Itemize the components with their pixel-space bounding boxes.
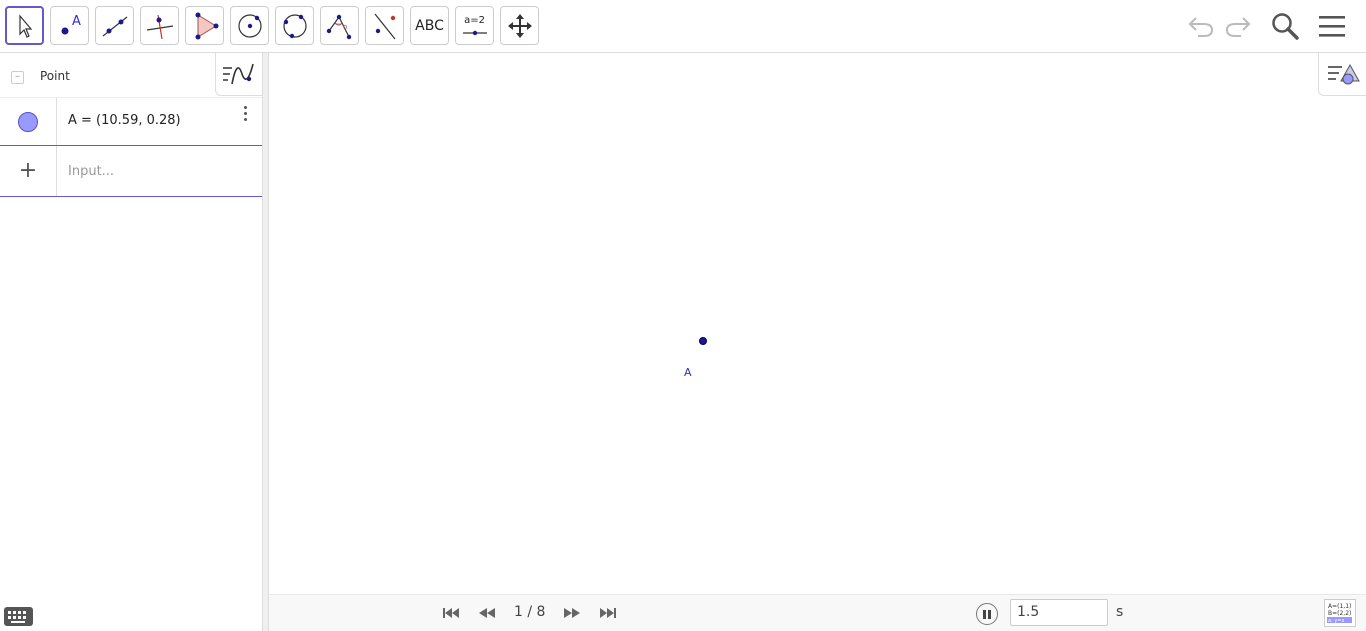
- step-indicator: 1 / 8: [514, 604, 546, 620]
- perpendicular-tool-button[interactable]: [140, 6, 179, 45]
- polygon-tool-button[interactable]: [185, 6, 224, 45]
- animation-bar: 1 / 8 1.5 s A=(1,1) B=(2,2) a: y=x: [269, 594, 1366, 631]
- first-step-button[interactable]: [442, 606, 462, 620]
- keyboard-toggle-button[interactable]: [4, 607, 33, 626]
- fast-forward-icon: [564, 608, 580, 618]
- main-menu-button[interactable]: [1316, 10, 1348, 42]
- point-tool-button[interactable]: A: [50, 6, 89, 45]
- angle-icon: o: [326, 14, 351, 39]
- pause-icon: [983, 609, 986, 619]
- style-bar-toggle[interactable]: [1318, 53, 1366, 96]
- previous-step-button[interactable]: [478, 606, 498, 620]
- next-step-button[interactable]: [563, 606, 583, 620]
- algebra-object-row[interactable]: A = (10.59, 0.28): [0, 97, 262, 146]
- rewind-icon: [479, 608, 495, 618]
- graphics-view[interactable]: A: [269, 53, 1366, 594]
- search-icon: [1272, 13, 1299, 40]
- circle-three-points-icon: [282, 13, 307, 38]
- slider-tool-button[interactable]: a=2: [455, 6, 494, 45]
- keyboard-icon: [8, 611, 26, 623]
- reflect-icon: [374, 13, 395, 39]
- move-tool-button[interactable]: [5, 6, 44, 45]
- algebra-input[interactable]: Input...: [68, 164, 114, 179]
- svg-text:a: y=x: a: y=x: [1328, 618, 1344, 624]
- text-tool-button[interactable]: ABC: [410, 6, 449, 45]
- toolbar: A o ABC a=2: [0, 0, 1366, 53]
- pause-button[interactable]: [976, 603, 998, 625]
- line-icon: [102, 16, 127, 36]
- redo-button[interactable]: [1222, 10, 1254, 42]
- speed-unit: s: [1116, 604, 1124, 620]
- point-a[interactable]: [699, 337, 707, 345]
- point-icon: A: [61, 14, 81, 34]
- angle-tool-button[interactable]: o: [320, 6, 359, 45]
- algebra-table-icon: A=(1,1) B=(2,2) a: y=x: [1327, 603, 1352, 624]
- reflect-tool-button[interactable]: [365, 6, 404, 45]
- svg-text:A: A: [72, 14, 81, 29]
- visibility-toggle[interactable]: [0, 98, 57, 145]
- add-item-button[interactable]: +: [0, 146, 57, 196]
- circle-center-tool-button[interactable]: [230, 6, 269, 45]
- skip-last-icon: [600, 608, 616, 618]
- svg-text:A=(1,1): A=(1,1): [1328, 603, 1351, 610]
- move-graphics-icon: [507, 13, 532, 38]
- perpendicular-icon: [146, 14, 173, 39]
- collapse-group-button[interactable]: –: [11, 71, 24, 84]
- skip-first-icon: [443, 608, 459, 618]
- undo-button[interactable]: [1185, 10, 1217, 42]
- graphics-view-toggle[interactable]: [215, 53, 262, 96]
- undo-icon: [1188, 17, 1214, 37]
- speed-input[interactable]: 1.5: [1010, 599, 1108, 626]
- polygon-icon: [195, 12, 218, 39]
- text-icon: ABC: [415, 17, 444, 34]
- more-options-icon[interactable]: [244, 106, 250, 124]
- panel-splitter[interactable]: [262, 53, 269, 631]
- point-visibility-icon: [18, 111, 38, 132]
- table-view-button[interactable]: A=(1,1) B=(2,2) a: y=x: [1324, 599, 1356, 627]
- graph-style-icon: [223, 63, 254, 85]
- point-a-label[interactable]: A: [684, 366, 692, 379]
- line-tool-button[interactable]: [95, 6, 134, 45]
- circle-center-icon: [237, 13, 262, 38]
- last-step-button[interactable]: [599, 606, 619, 620]
- slider-icon: a=2: [464, 15, 485, 26]
- plus-icon: +: [18, 158, 38, 183]
- svg-text:o: o: [343, 23, 347, 31]
- algebra-view: – Point A = (10.59, 0.28) + Input...: [0, 53, 262, 631]
- hamburger-menu-icon: [1319, 16, 1345, 37]
- circle-three-points-tool-button[interactable]: [275, 6, 314, 45]
- group-label: Point: [40, 69, 70, 83]
- pointer-icon: [18, 13, 32, 38]
- object-definition[interactable]: A = (10.59, 0.28): [68, 113, 181, 128]
- algebra-input-row[interactable]: + Input...: [0, 146, 262, 197]
- algebra-header: – Point: [0, 53, 262, 97]
- search-button[interactable]: [1269, 10, 1301, 42]
- style-bar-icon: [1327, 63, 1360, 85]
- redo-icon: [1225, 17, 1251, 37]
- move-graphics-tool-button[interactable]: [500, 6, 539, 45]
- svg-text:B=(2,2): B=(2,2): [1328, 610, 1351, 617]
